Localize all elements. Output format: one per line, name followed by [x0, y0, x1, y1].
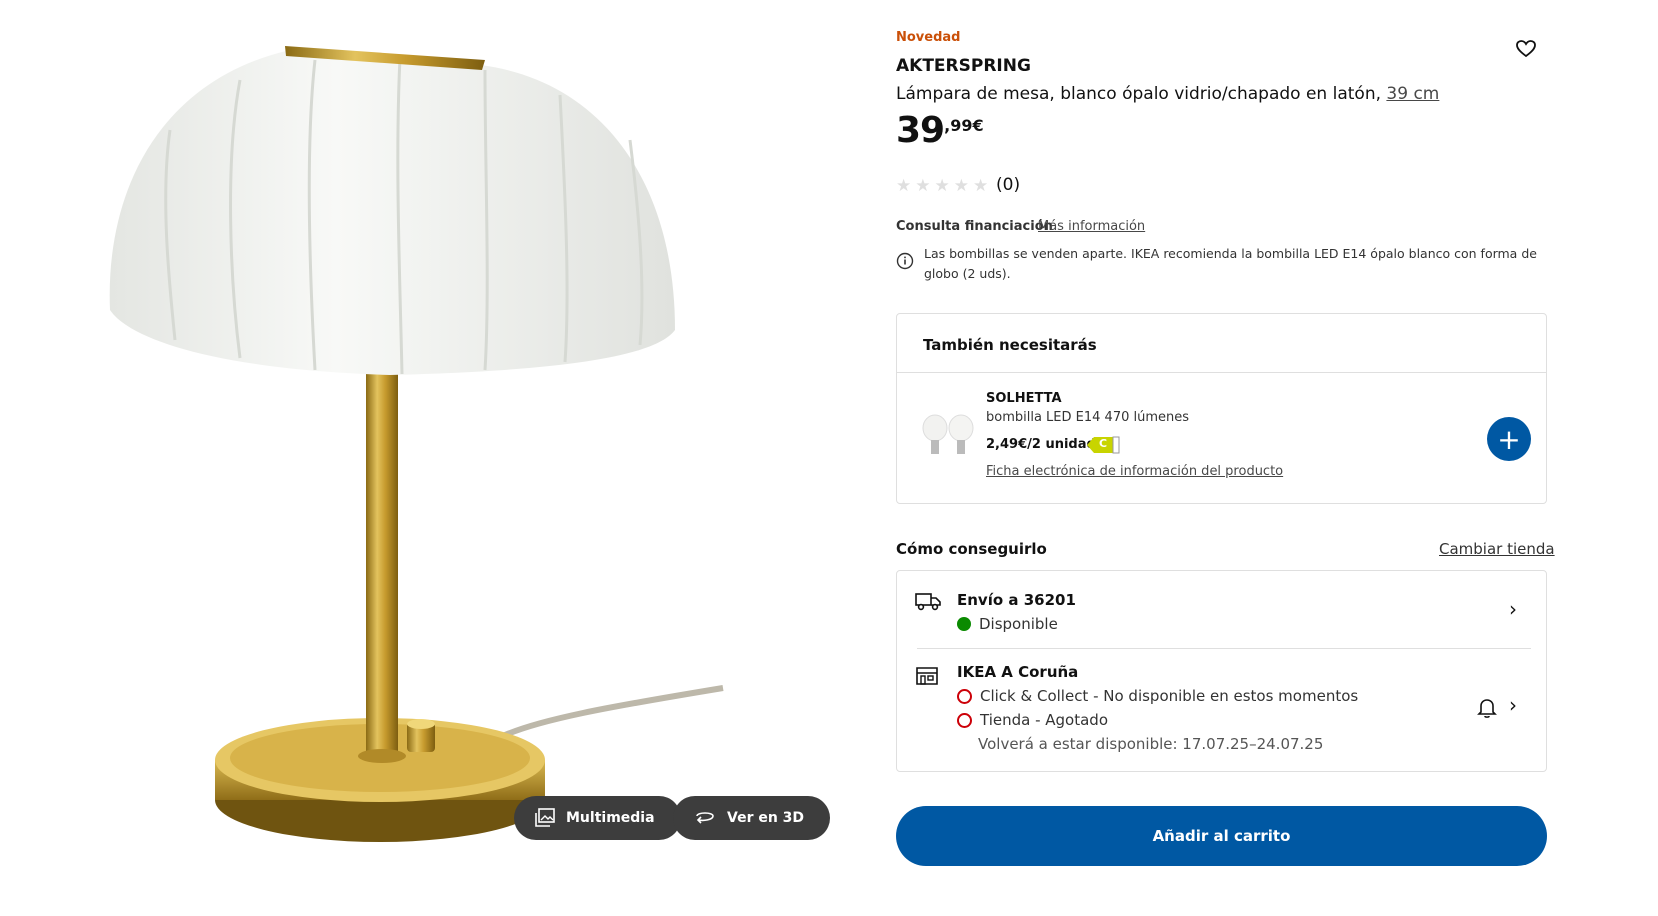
bell-icon[interactable]: [1477, 697, 1497, 719]
store-row[interactable]: IKEA A Coruña Click & Collect - No dispo…: [897, 649, 1546, 773]
restock-date: Volverá a estar disponible: 17.07.25–24.…: [978, 735, 1323, 753]
fulfillment-title: Cómo conseguirlo: [896, 540, 1047, 558]
product-description: Lámpara de mesa, blanco ópalo vidrio/cha…: [896, 84, 1439, 104]
store-stock-status: Tienda - Agotado: [957, 711, 1108, 729]
rotate-3d-icon: [696, 812, 714, 824]
delivery-status-text: Disponible: [979, 615, 1058, 633]
product-image[interactable]: [100, 40, 750, 890]
bulb-note-text: Las bombillas se venden aparte. IKEA rec…: [924, 246, 1537, 281]
addon-product-description: bombilla LED E14 470 lúmenes: [986, 410, 1190, 425]
addon-product-name[interactable]: SOLHETTA: [986, 391, 1062, 406]
truck-icon: [915, 593, 941, 611]
financing-label: Consulta financiación: [896, 219, 1053, 234]
unavailable-dot: [957, 688, 972, 704]
multimedia-label: Multimedia: [566, 810, 655, 826]
energy-class: C: [1099, 437, 1108, 450]
restock-text: Volverá a estar disponible: 17.07.25–24.…: [978, 735, 1324, 753]
chevron-right-icon: ›: [1509, 693, 1517, 717]
unavailable-dot: [957, 712, 972, 728]
info-icon: [896, 252, 914, 270]
rating-count[interactable]: (0): [996, 175, 1020, 195]
store-icon: [916, 667, 938, 685]
rating-stars[interactable]: ★ ★ ★ ★ ★: [896, 176, 988, 196]
plus-icon: +: [1497, 422, 1521, 456]
also-need-panel: También necesitarás SOLHETTA bombilla LE…: [896, 313, 1547, 504]
product-gallery: Multimedia Ver en 3D: [0, 0, 860, 916]
star-icon: ★: [915, 176, 931, 196]
store-stock-text: Tienda - Agotado: [980, 711, 1108, 729]
product-name: AKTERSPRING: [896, 56, 1031, 76]
divider: [897, 372, 1546, 373]
star-icon: ★: [934, 176, 950, 196]
view-3d-label: Ver en 3D: [727, 810, 805, 826]
available-dot: [957, 617, 971, 631]
product-price: 39,99€: [896, 110, 984, 151]
bulb-note: Las bombillas se venden aparte. IKEA rec…: [896, 244, 1546, 284]
delivery-status: Disponible: [957, 615, 1058, 633]
view-3d-button[interactable]: Ver en 3D: [673, 796, 831, 840]
new-badge: Novedad: [896, 30, 961, 45]
change-store-link[interactable]: Cambiar tienda: [1439, 540, 1555, 558]
heart-icon[interactable]: [1516, 40, 1536, 58]
gallery-icon: [535, 808, 555, 827]
size-link[interactable]: 39 cm: [1386, 84, 1439, 104]
addon-product-price: 2,49€/2 unidad: [986, 437, 1096, 452]
click-collect-text: Click & Collect - No disponible en estos…: [980, 687, 1359, 705]
add-to-cart-button[interactable]: Añadir al carrito: [896, 806, 1547, 866]
delivery-title: Envío a 36201: [957, 591, 1076, 609]
delivery-row[interactable]: Envío a 36201 Disponible ›: [897, 571, 1546, 649]
price-integer: 39: [896, 110, 945, 151]
product-info-sheet-link[interactable]: Ficha electrónica de información del pro…: [986, 464, 1283, 479]
fulfillment-panel: Envío a 36201 Disponible › IKEA A Coruña…: [896, 570, 1547, 772]
click-collect-status: Click & Collect - No disponible en estos…: [957, 687, 1358, 705]
star-icon: ★: [953, 176, 969, 196]
description-text: Lámpara de mesa, blanco ópalo vidrio/cha…: [896, 84, 1381, 104]
energy-label-badge[interactable]: C: [1087, 436, 1121, 454]
store-title: IKEA A Coruña: [957, 663, 1079, 681]
bulb-product-image[interactable]: [921, 414, 977, 460]
multimedia-button[interactable]: Multimedia: [514, 796, 681, 840]
star-icon: ★: [973, 176, 989, 196]
chevron-right-icon: ›: [1509, 597, 1517, 621]
also-need-title: También necesitarás: [923, 336, 1097, 354]
price-decimal: ,99€: [944, 116, 984, 135]
star-icon: ★: [896, 176, 912, 196]
financing-link[interactable]: Más información: [1038, 219, 1145, 234]
add-addon-button[interactable]: +: [1487, 417, 1531, 461]
